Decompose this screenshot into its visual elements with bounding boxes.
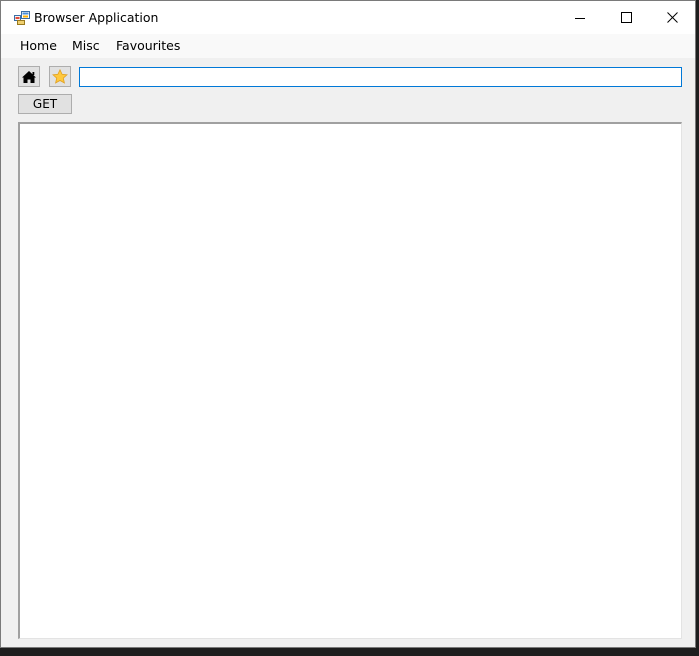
- get-button[interactable]: GET: [18, 94, 72, 114]
- maximize-icon: [620, 12, 632, 23]
- app-icon: [14, 10, 30, 25]
- minimize-button[interactable]: [557, 1, 603, 34]
- close-icon: [666, 12, 678, 23]
- menu-bar: Home Misc Favourites: [1, 34, 695, 58]
- browser-content-area[interactable]: [18, 122, 682, 639]
- title-bar[interactable]: Browser Application: [1, 1, 695, 34]
- home-icon: [22, 70, 36, 83]
- close-button[interactable]: [649, 1, 695, 34]
- url-input[interactable]: [79, 67, 682, 87]
- window-title: Browser Application: [34, 10, 159, 25]
- minimize-icon: [575, 17, 585, 19]
- favourite-button[interactable]: [49, 66, 71, 87]
- menu-item-home[interactable]: Home: [20, 38, 57, 53]
- browser-window: Browser Application Home Misc Favourites: [0, 0, 696, 648]
- maximize-button[interactable]: [603, 1, 649, 34]
- star-icon: [52, 69, 68, 84]
- home-button[interactable]: [18, 66, 40, 87]
- menu-item-favourites[interactable]: Favourites: [116, 38, 180, 53]
- menu-item-misc[interactable]: Misc: [72, 38, 100, 53]
